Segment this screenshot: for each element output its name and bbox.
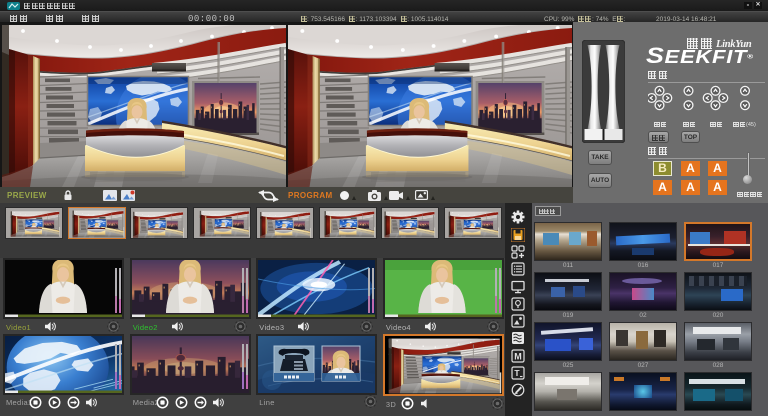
svg-text:M: M xyxy=(514,351,522,361)
svg-text:T: T xyxy=(514,368,520,378)
